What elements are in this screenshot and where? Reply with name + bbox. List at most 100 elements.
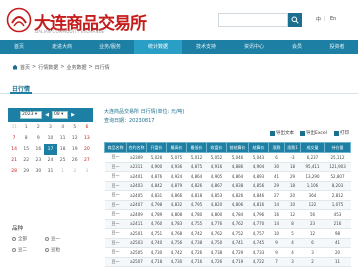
table-row: 豆一 a2505 4,730 4,742 4,726 4,738 4,729 4,733 9 4 3… <box>104 247 351 258</box>
calendar-day[interactable]: 28 <box>8 166 20 177</box>
calendar-day[interactable]: 1 <box>20 122 32 133</box>
prev-month-icon[interactable]: ◀ <box>44 111 50 119</box>
radio-icon <box>45 236 49 241</box>
calendar-day[interactable]: 18 <box>57 144 69 155</box>
calendar-day[interactable]: 27 <box>81 155 93 166</box>
table-row: 豆一 a2403 4,842 4,879 4,826 4,867 4,838 4,856 29 1… <box>104 181 351 191</box>
table-cell: 52,807 <box>324 171 351 182</box>
calendar-day[interactable]: 6 <box>81 122 93 133</box>
table-cell: 16 <box>268 209 285 220</box>
calendar-day[interactable]: 24 <box>44 155 56 166</box>
calendar-day[interactable]: 23 <box>32 155 44 166</box>
search-button[interactable] <box>288 13 302 27</box>
calendar-grid: 31 1 2 3 4 5 6 7 8 9 10 11 12 13 14 15 16 17 18 19 20 21 22 23 2… <box>8 122 93 177</box>
nav-item-home[interactable]: 首页 <box>0 40 38 54</box>
table-cell: 4,867 <box>206 181 227 191</box>
table-body: 豆一 a2309 5,028 5,075 5,012 5,052 5,046 5,043 6 -3… <box>104 152 351 267</box>
calendar-day[interactable]: 20 <box>81 144 93 155</box>
table-cell: 4,916 <box>206 162 227 172</box>
table-cell: 4,936 <box>166 162 187 172</box>
table-cell: 4,738 <box>206 247 227 258</box>
nav-item-member[interactable]: 会员 <box>278 40 316 54</box>
table-cell: a2501 <box>126 228 147 239</box>
calendar-day[interactable]: 15 <box>20 144 32 155</box>
table-cell: 4,783 <box>166 219 187 229</box>
table-cell: 41 <box>324 238 351 248</box>
lang-en[interactable]: En <box>330 16 336 22</box>
calendar-day[interactable]: 31 <box>8 122 20 133</box>
breadcrumb-item-current: 日行情 <box>94 64 110 71</box>
month-select[interactable]: 08 ▾ <box>52 111 68 119</box>
nav-item-news[interactable]: 资讯中心 <box>230 40 278 54</box>
calendar-day[interactable]: 9 <box>32 133 44 144</box>
calendar-day[interactable]: 5 <box>69 122 81 133</box>
year-select[interactable]: 2023 ▾ <box>20 111 42 119</box>
calendar-day[interactable]: 11 <box>57 133 69 144</box>
calendar-day[interactable]: 2 <box>32 122 44 133</box>
search-input[interactable] <box>218 13 288 27</box>
calendar-day[interactable]: 14 <box>8 144 20 155</box>
table-cell: 4,730 <box>166 257 187 267</box>
calendar-day[interactable]: 3 <box>81 166 93 177</box>
table-cell: 4,893 <box>248 171 269 182</box>
calendar-day[interactable]: 12 <box>69 133 81 144</box>
table-cell: 4,905 <box>206 171 227 182</box>
nav-item-about[interactable]: 走进大商 <box>38 40 86 54</box>
breadcrumb-item-home[interactable]: 首页 <box>20 64 30 71</box>
table-cell: 4,742 <box>166 247 187 258</box>
table-cell: 4,762 <box>206 228 227 239</box>
filter-option-meal[interactable]: 豆粕 <box>45 247 60 253</box>
calendar-day[interactable]: 8 <box>20 133 32 144</box>
table-cell: 18 <box>284 162 301 172</box>
calendar-day[interactable]: 25 <box>57 155 69 166</box>
nav-item-investor[interactable]: 投资者 <box>316 40 358 54</box>
filter-option-soy1[interactable]: 豆一 <box>45 236 60 242</box>
calendar-day[interactable]: 19 <box>69 144 81 155</box>
nav-item-tech[interactable]: 技术支持 <box>182 40 230 54</box>
calendar-day[interactable]: 31 <box>44 166 56 177</box>
breadcrumb-item-market[interactable]: 行情数据 <box>38 64 58 71</box>
calendar-day[interactable]: 26 <box>69 155 81 166</box>
calendar-day[interactable]: 21 <box>8 155 20 166</box>
calendar-day[interactable]: 29 <box>20 166 32 177</box>
header: 大连商品交易所 DALIAN COMMODITY EXCHANGE 中 | En <box>0 0 358 40</box>
table-cell: 4,826 <box>186 181 207 191</box>
nav-item-business[interactable]: 业务/服务 <box>86 40 134 54</box>
calendar-day[interactable]: 10 <box>44 133 56 144</box>
calendar-day[interactable]: 13 <box>81 133 93 144</box>
calendar-day[interactable]: 30 <box>32 166 44 177</box>
table-cell: 豆一 <box>104 247 127 258</box>
calendar-day[interactable]: 22 <box>20 155 32 166</box>
calendar-day[interactable]: 2 <box>69 166 81 177</box>
month-value: 08 <box>54 112 60 117</box>
lang-zh[interactable]: 中 <box>316 16 321 23</box>
export-text-button[interactable]: 导出文本 <box>270 130 294 136</box>
table-cell: 4,756 <box>166 238 187 248</box>
table-cell: 4,846 <box>248 190 269 201</box>
table-cell: 豆一 <box>104 228 127 239</box>
calendar-day[interactable]: 3 <box>44 122 56 133</box>
main-nav: 首页 走进大商 业务/服务 统计数据 技术支持 资讯中心 会员 投资者 <box>0 40 358 54</box>
search-icon <box>291 16 299 24</box>
table-row: 豆一 a2501 4,751 4,768 4,742 4,762 4,752 4,757 10 5… <box>104 228 351 239</box>
filter-option-all[interactable]: 全部 <box>12 236 27 242</box>
table-cell: a2405 <box>126 190 147 201</box>
exchange-logo[interactable] <box>6 7 32 33</box>
next-month-icon[interactable]: ▶ <box>70 111 76 119</box>
export-excel-button[interactable]: 导出Excel <box>300 130 327 136</box>
calendar-day[interactable]: 4 <box>57 122 69 133</box>
table-cell: 7 <box>268 257 285 267</box>
nav-item-statistics[interactable]: 统计数据 <box>134 40 182 54</box>
print-button[interactable]: 打印 <box>334 130 349 136</box>
calendar-header: 2023 ▾ ◀ 08 ▾ ▶ <box>8 108 93 122</box>
table-row: 豆一 a2409 4,789 4,808 4,780 4,800 4,784 4,796 16 1… <box>104 209 351 220</box>
calendar-day[interactable]: 16 <box>32 144 44 155</box>
filter-option-soy2[interactable]: 豆二 <box>12 247 27 253</box>
table-cell: 豆一 <box>104 219 127 229</box>
table-cell: a2311 <box>126 162 147 172</box>
calendar-day[interactable]: 1 <box>57 166 69 177</box>
table-cell: 4,770 <box>248 219 269 229</box>
calendar-day[interactable]: 7 <box>8 133 20 144</box>
calendar-day[interactable]: 17 <box>44 144 57 155</box>
breadcrumb-item-business[interactable]: 业务数据 <box>66 64 86 71</box>
